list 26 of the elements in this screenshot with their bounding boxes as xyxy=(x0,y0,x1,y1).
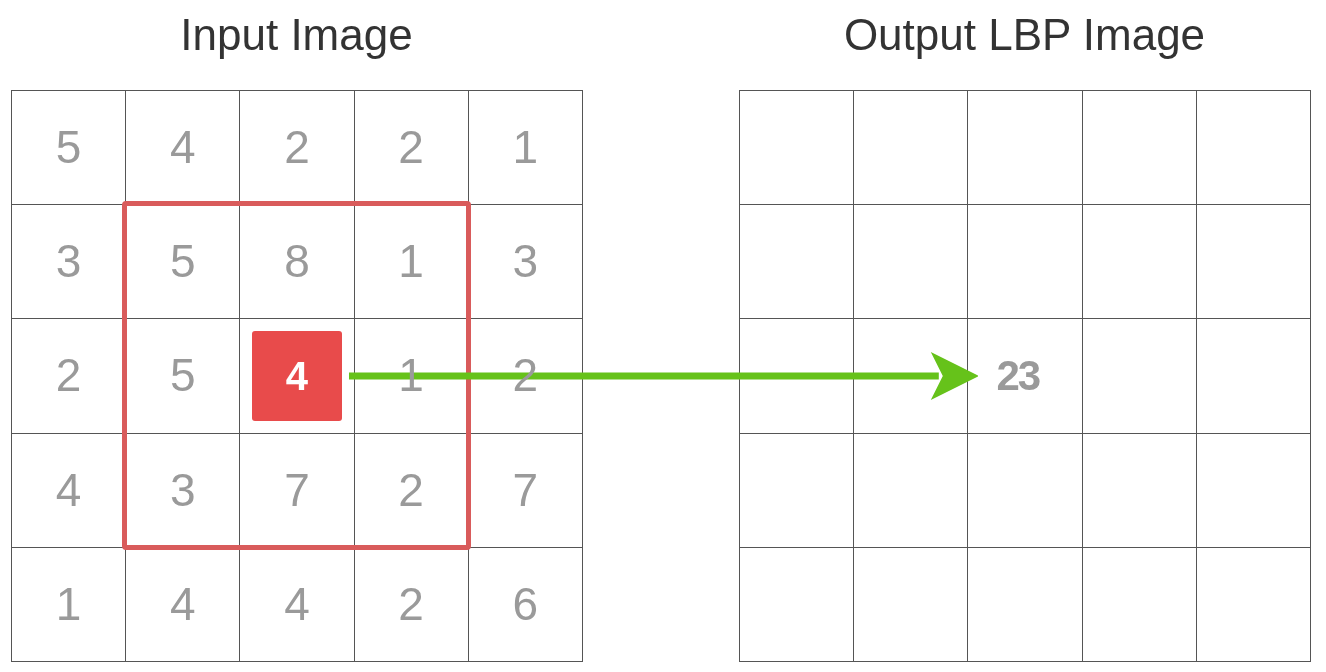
input-image-title: Input Image xyxy=(180,13,413,61)
pixel-value: 1 xyxy=(55,576,82,632)
pixel-value: 2 xyxy=(398,120,424,176)
lbp-value: 23 xyxy=(996,351,1040,402)
pixel-value: 6 xyxy=(512,576,539,632)
pixel-value: 7 xyxy=(512,462,539,518)
pixel-value: 5 xyxy=(170,348,196,404)
pixel-value: 4 xyxy=(55,462,82,518)
pixel-value: 2 xyxy=(398,576,424,632)
pixel-value: 2 xyxy=(398,462,424,518)
pixel-value: 3 xyxy=(170,462,196,518)
pixel-value: 4 xyxy=(284,576,310,632)
pixel-value: 3 xyxy=(55,234,82,290)
pixel-value: 7 xyxy=(284,462,310,518)
pixel-value: 2 xyxy=(55,348,82,404)
pixel-value: 4 xyxy=(170,576,196,632)
pixel-value: 5 xyxy=(170,234,196,290)
pixel-value: 5 xyxy=(55,120,82,176)
pixel-value: 4 xyxy=(170,120,196,176)
pixel-value: 1 xyxy=(398,234,424,290)
pixel-value: 8 xyxy=(284,234,310,290)
pixel-value: 3 xyxy=(512,234,539,290)
pixel-value: 2 xyxy=(284,120,310,176)
center-pixel: 4 xyxy=(251,330,342,421)
output-image-title: Output LBP Image xyxy=(843,13,1206,61)
pixel-value: 1 xyxy=(512,120,539,176)
